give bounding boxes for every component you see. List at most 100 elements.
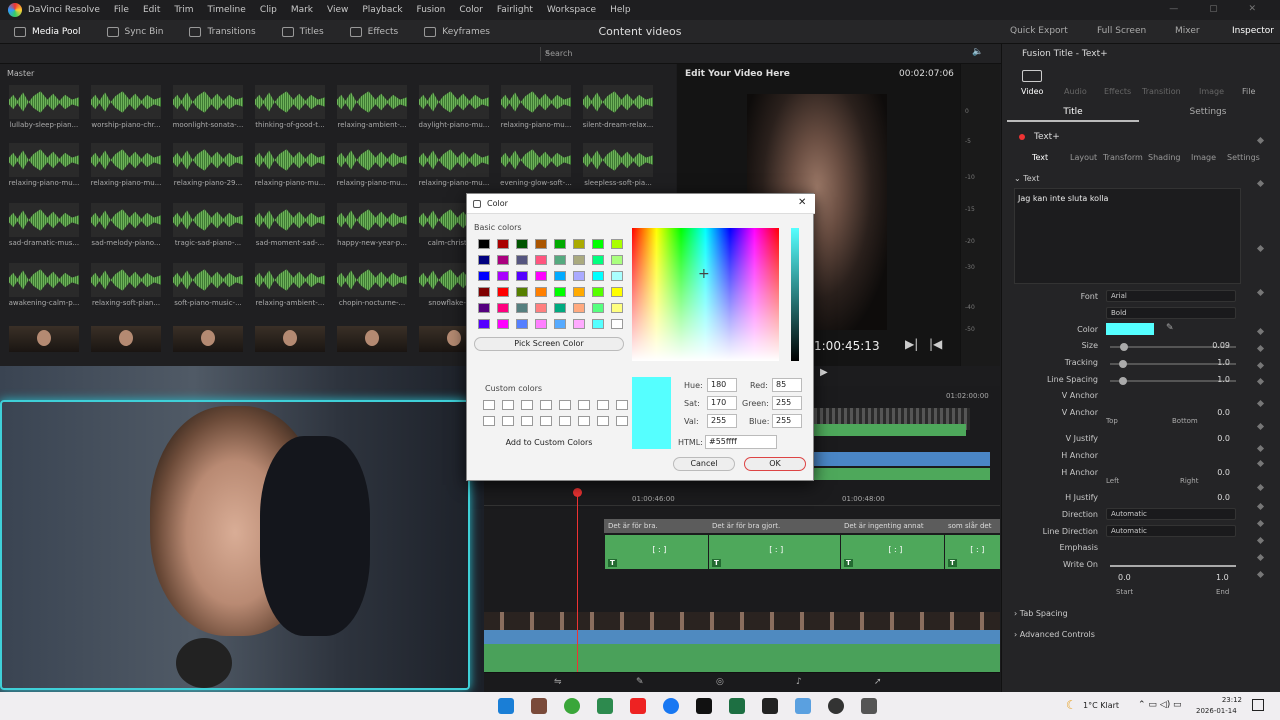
basic-color-swatch[interactable]: [554, 239, 566, 249]
custom-color-swatch[interactable]: [559, 400, 571, 410]
cut-page-icon[interactable]: ⇋: [554, 677, 562, 687]
weather-text[interactable]: 1°C Klart: [1083, 701, 1119, 710]
clip-thumbnail[interactable]: [255, 143, 325, 177]
keyframe-diamond-icon[interactable]: [1256, 553, 1265, 562]
clip-thumbnail[interactable]: [255, 85, 325, 119]
keyframe-diamond-icon[interactable]: [1256, 570, 1265, 579]
slider-knob[interactable]: [1118, 377, 1127, 385]
hue-saturation-picker[interactable]: +: [632, 228, 779, 361]
keyframe-diamond-icon[interactable]: [1256, 288, 1265, 297]
titles-button[interactable]: Titles: [281, 26, 324, 37]
clip-thumbnail[interactable]: [173, 263, 243, 297]
basic-color-swatch[interactable]: [516, 255, 528, 265]
slider-knob[interactable]: [1118, 360, 1127, 368]
basic-color-swatch[interactable]: [478, 319, 490, 329]
play-icon[interactable]: ▶: [820, 367, 828, 378]
basic-color-swatch[interactable]: [592, 271, 604, 281]
tray-icons[interactable]: ⌃ ▭ ◁) ▭: [1138, 700, 1182, 710]
video-tab-icon[interactable]: [1022, 70, 1042, 82]
red-spinbox[interactable]: 85: [772, 378, 802, 392]
ptab-transform[interactable]: Transform: [1103, 153, 1143, 162]
close-icon[interactable]: ✕: [798, 197, 806, 208]
h-justify-value[interactable]: 0.0: [1190, 493, 1230, 502]
basic-color-swatch[interactable]: [535, 319, 547, 329]
basic-color-swatch[interactable]: [554, 303, 566, 313]
keyframes-button[interactable]: Keyframes: [424, 26, 490, 37]
keyframe-diamond-icon[interactable]: [1256, 179, 1265, 188]
inspector-button[interactable]: Inspector: [1232, 26, 1274, 36]
custom-color-swatch[interactable]: [616, 416, 628, 426]
custom-color-swatch[interactable]: [559, 416, 571, 426]
hue-spinbox[interactable]: 180: [707, 378, 737, 392]
text-clip-2[interactable]: [ : ] T: [708, 535, 840, 569]
file-explorer-icon[interactable]: [795, 698, 811, 714]
basic-color-swatch[interactable]: [478, 303, 490, 313]
basic-color-swatch[interactable]: [573, 239, 585, 249]
font-select[interactable]: Arial: [1106, 290, 1236, 302]
val-spinbox[interactable]: 255: [707, 414, 737, 428]
sync-bin-button[interactable]: Sync Bin: [106, 26, 163, 37]
node-enabled-icon[interactable]: [1019, 134, 1025, 140]
sat-spinbox[interactable]: 170: [707, 396, 737, 410]
basic-color-swatch[interactable]: [535, 287, 547, 297]
basic-color-swatch[interactable]: [497, 287, 509, 297]
subtab-title[interactable]: Title: [1007, 102, 1139, 122]
keyframe-diamond-icon[interactable]: [1256, 136, 1265, 145]
color-page-icon[interactable]: ◎: [716, 677, 724, 687]
custom-color-swatch[interactable]: [502, 416, 514, 426]
mixer-button[interactable]: Mixer: [1175, 26, 1200, 36]
search-field[interactable]: ⌕ Search: [540, 47, 660, 61]
clock-time[interactable]: 23:12: [1202, 696, 1242, 704]
tab-file[interactable]: File: [1242, 87, 1255, 96]
custom-color-swatch[interactable]: [483, 416, 495, 426]
basic-color-swatch[interactable]: [478, 255, 490, 265]
text-clip-1[interactable]: [ : ] T: [604, 535, 708, 569]
menu-color[interactable]: Color: [459, 5, 483, 15]
h-anchor-value[interactable]: 0.0: [1190, 468, 1230, 477]
keyframe-diamond-icon[interactable]: [1256, 536, 1265, 545]
video-thumbnail[interactable]: [173, 326, 243, 352]
video-thumbnail[interactable]: [91, 326, 161, 352]
basic-color-swatch[interactable]: [611, 255, 623, 265]
font-style-select[interactable]: Bold: [1106, 307, 1236, 319]
tab-audio[interactable]: Audio: [1064, 87, 1087, 96]
basic-color-swatch[interactable]: [611, 303, 623, 313]
green-spinbox[interactable]: 255: [772, 396, 802, 410]
menu-trim[interactable]: Trim: [174, 5, 193, 15]
menu-workspace[interactable]: Workspace: [547, 5, 596, 15]
basic-color-swatch[interactable]: [592, 303, 604, 313]
clip-thumbnail[interactable]: [9, 143, 79, 177]
clip-thumbnail[interactable]: [91, 263, 161, 297]
menu-view[interactable]: View: [327, 5, 348, 15]
prev-frame-icon[interactable]: |◀: [929, 337, 942, 351]
resolve-taskbar-icon[interactable]: [828, 698, 844, 714]
app-icon[interactable]: [861, 698, 877, 714]
basic-color-swatch[interactable]: [592, 287, 604, 297]
custom-color-swatch[interactable]: [578, 416, 590, 426]
cancel-button[interactable]: Cancel: [673, 457, 735, 471]
menu-edit[interactable]: Edit: [143, 5, 160, 15]
tiktok-icon[interactable]: [696, 698, 712, 714]
video-thumbnail[interactable]: [9, 326, 79, 352]
title-clip-2[interactable]: Det är för bra gjort.: [708, 519, 840, 533]
clip-thumbnail[interactable]: [255, 263, 325, 297]
custom-color-swatch[interactable]: [540, 400, 552, 410]
view-mode-icons[interactable]: [470, 48, 530, 60]
basic-color-swatch[interactable]: [535, 271, 547, 281]
waveform-track[interactable]: [484, 630, 1000, 644]
clip-thumbnail[interactable]: [419, 143, 489, 177]
fairlight-page-icon[interactable]: ♪: [796, 677, 802, 687]
title-clip-1[interactable]: Det är för bra.: [604, 519, 708, 533]
keyframe-diamond-icon[interactable]: [1256, 422, 1265, 431]
clip-thumbnail[interactable]: [173, 143, 243, 177]
line-direction-select[interactable]: Automatic: [1106, 525, 1236, 537]
ok-button[interactable]: OK: [744, 457, 806, 471]
full-screen-button[interactable]: Full Screen: [1097, 26, 1146, 36]
tab-video[interactable]: Video: [1021, 87, 1043, 96]
fusion-page-icon[interactable]: ✎: [636, 677, 644, 687]
custom-color-swatch[interactable]: [597, 400, 609, 410]
basic-color-swatch[interactable]: [478, 271, 490, 281]
custom-color-swatch[interactable]: [597, 416, 609, 426]
capcut-icon[interactable]: [762, 698, 778, 714]
basic-color-swatch[interactable]: [497, 255, 509, 265]
